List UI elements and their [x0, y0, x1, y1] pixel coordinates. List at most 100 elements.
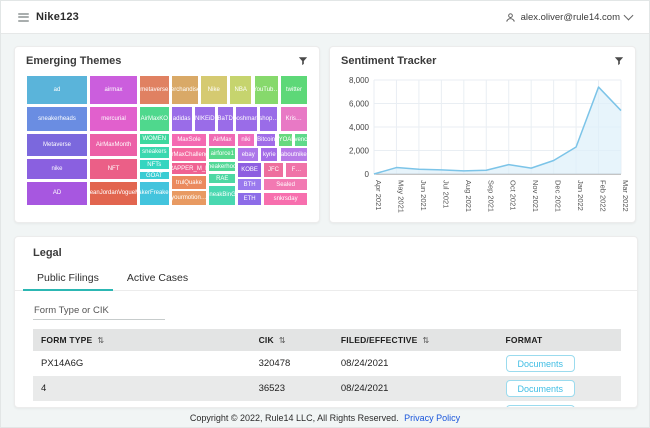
treemap-cell[interactable]: nike — [26, 158, 88, 181]
treemap-cell[interactable]: Givenchy — [294, 133, 308, 147]
documents-button[interactable]: Documents — [506, 355, 576, 372]
treemap-cell[interactable]: niki — [237, 133, 254, 147]
treemap-cell[interactable]: AirMaxKO — [139, 106, 169, 133]
treemap-cell[interactable]: BTH — [237, 178, 262, 191]
treemap-cell[interactable]: ebay — [237, 147, 259, 161]
treemap-cell[interactable]: sneakers — [139, 146, 169, 159]
treemap-cell[interactable]: WOMEN — [139, 133, 169, 145]
treemap-cell[interactable]: JFC — [263, 162, 284, 177]
treemap-cell[interactable]: ETH — [237, 192, 262, 206]
filed-effective-cell: 08/24/2021 — [333, 351, 498, 376]
tab-public-filings[interactable]: Public Filings — [23, 267, 113, 290]
treemap-cell[interactable]: SneakBinGo — [208, 185, 236, 206]
chevron-down-icon — [624, 11, 634, 21]
form-type-cik-input[interactable] — [33, 303, 165, 320]
treemap-cell[interactable]: NFTs — [139, 159, 169, 170]
main-content: Emerging Themes adsneakerheadsMetaversen… — [1, 34, 649, 408]
treemap-cell[interactable]: NIKEiD — [194, 106, 216, 133]
search-box — [33, 300, 165, 320]
treemap-cell[interactable]: ad — [26, 75, 88, 105]
treemap-cell[interactable]: yourmotion… — [171, 190, 208, 206]
treemap-cell[interactable]: twitter — [280, 75, 308, 105]
sentiment-filter-icon[interactable] — [614, 56, 624, 66]
treemap-cell[interactable]: airmax — [89, 75, 138, 105]
format-cell: Documents — [498, 351, 622, 376]
hamburger-menu-icon[interactable] — [18, 13, 29, 22]
filed-effective-cell: 08/24/2021 — [333, 401, 498, 408]
treemap-cell[interactable]: Bitcoin — [256, 133, 277, 147]
sort-icon: ⇅ — [423, 336, 430, 345]
cik-cell: 320478 — [251, 351, 333, 376]
svg-text:8,000: 8,000 — [349, 76, 370, 85]
treemap-cell[interactable]: F… — [285, 162, 308, 177]
svg-text:6,000: 6,000 — [349, 100, 370, 109]
treemap-cell[interactable]: AD — [26, 181, 88, 206]
svg-text:Jan 2022: Jan 2022 — [576, 180, 585, 211]
emerging-themes-title: Emerging Themes — [26, 55, 121, 67]
treemap-cell[interactable]: aboutnike — [280, 147, 308, 161]
treemap-cell[interactable]: AirMaxChallenge — [171, 147, 208, 161]
table-row: PX14A6G32047808/24/2021Documents — [33, 351, 621, 376]
treemap-cell[interactable]: AYOAB — [278, 133, 293, 147]
treemap-cell[interactable]: poshmark — [235, 106, 258, 133]
treemap-cell[interactable]: sneakerhood — [208, 161, 236, 173]
treemap-cell[interactable]: GOAT — [139, 171, 169, 181]
form-type-cell: 4 — [33, 401, 251, 408]
treemap-cell[interactable]: NFT — [89, 158, 138, 181]
sentiment-tracker-panel: Sentiment Tracker 02,0004,0006,0008,000A… — [329, 46, 636, 223]
legal-title: Legal — [15, 247, 637, 259]
treemap-cell[interactable]: MaxSole — [171, 133, 208, 147]
treemap-cell[interactable]: airforce1 — [208, 147, 236, 160]
treemap-cell[interactable]: Nike — [200, 75, 228, 105]
treemap-cell[interactable]: AirMax — [208, 133, 236, 147]
column-header-format: FORMAT — [498, 329, 622, 351]
user-menu[interactable]: alex.oliver@rule14.com — [505, 12, 632, 23]
table-head: FORM TYPE⇅CIK⇅FILED/EFFECTIVE⇅FORMAT — [33, 329, 621, 351]
form-type-cell: 4 — [33, 376, 251, 401]
treemap-cell[interactable]: sneakerheads — [26, 106, 88, 133]
treemap-cell[interactable]: AirMaxMonth — [89, 133, 138, 158]
treemap-cell[interactable]: KoreanJordanVogueMen — [89, 181, 138, 206]
treemap-cell[interactable]: RAE — [208, 173, 236, 185]
copyright-text: Copyright © 2022, Rule14 LLC, All Rights… — [190, 413, 399, 423]
themes-filter-icon[interactable] — [298, 56, 308, 66]
documents-button[interactable]: Documents — [506, 380, 576, 397]
treemap-cell[interactable]: kyrie — [260, 147, 278, 161]
treemap-cell[interactable]: mercurial — [89, 106, 138, 133]
column-header-filed-effective[interactable]: FILED/EFFECTIVE⇅ — [333, 329, 498, 351]
svg-text:Oct 2021: Oct 2021 — [509, 180, 518, 210]
treemap-cell[interactable]: snkrsday — [263, 192, 308, 206]
user-email: alex.oliver@rule14.com — [521, 12, 620, 23]
treemap-cell[interactable]: BaTD — [217, 106, 234, 133]
treemap-cell[interactable]: KOBE — [237, 162, 262, 177]
treemap-cell[interactable]: Kris… — [280, 106, 308, 133]
treemap-cell[interactable]: Metaverse — [26, 133, 88, 158]
svg-text:Feb 2022: Feb 2022 — [599, 180, 608, 212]
svg-text:Nov 2021: Nov 2021 — [531, 180, 540, 212]
column-header-form-type[interactable]: FORM TYPE⇅ — [33, 329, 251, 351]
svg-text:0: 0 — [365, 170, 370, 179]
treemap-cell[interactable]: trulQuake — [171, 175, 208, 189]
treemap-cell[interactable]: metaverse — [139, 75, 169, 105]
treemap-cell[interactable]: YouTub… — [254, 75, 279, 105]
svg-text:4,000: 4,000 — [349, 123, 370, 132]
treemap-cell[interactable]: RAPPER_M_B — [171, 162, 208, 175]
treemap-cell[interactable]: adidas — [171, 106, 193, 133]
format-cell: Documents — [498, 401, 622, 408]
treemap-cell[interactable]: shop… — [259, 106, 278, 133]
treemap-cell[interactable]: SneakerFreakerFan — [139, 181, 169, 206]
svg-text:May 2021: May 2021 — [396, 180, 405, 213]
cik-cell: 365214 — [251, 401, 333, 408]
brand: Nike123 — [18, 11, 79, 23]
privacy-policy-link[interactable]: Privacy Policy — [404, 413, 460, 423]
tab-active-cases[interactable]: Active Cases — [113, 267, 202, 290]
svg-text:Mar 2022: Mar 2022 — [621, 180, 628, 212]
treemap-cell[interactable]: merchandises — [171, 75, 199, 105]
filed-effective-cell: 08/24/2021 — [333, 376, 498, 401]
treemap-cell[interactable]: Sealed — [263, 178, 308, 191]
treemap-cell[interactable]: NBA — [229, 75, 252, 105]
column-header-cik[interactable]: CIK⇅ — [251, 329, 333, 351]
treemap: adsneakerheadsMetaversenikeAD airmaxmercu… — [26, 75, 308, 206]
user-icon — [505, 12, 516, 23]
top-header: Nike123 alex.oliver@rule14.com — [1, 1, 649, 34]
